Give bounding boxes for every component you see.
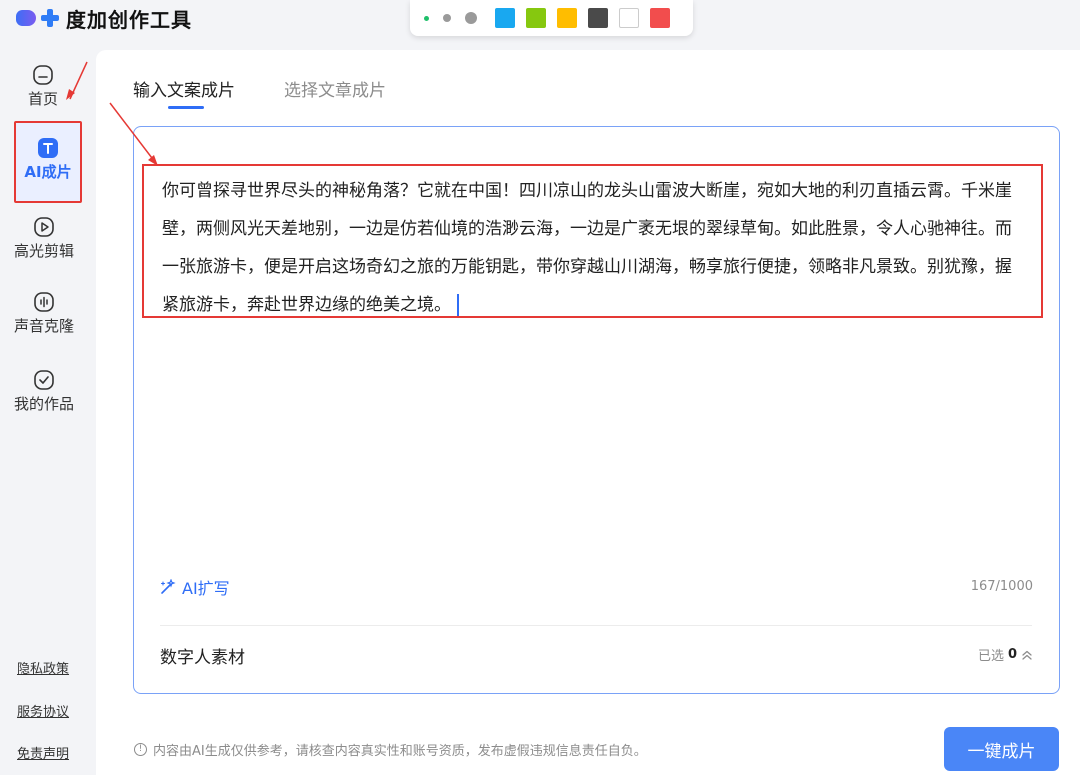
digital-human-toggle[interactable]: 已选 0 <box>978 645 1033 664</box>
copy-text: 你可曾探寻世界尽头的神秘角落？它就在中国！四川凉山的龙头山雷波大断崖，宛如大地的… <box>162 181 1012 315</box>
copy-text-highlight: 你可曾探寻世界尽头的神秘角落？它就在中国！四川凉山的龙头山雷波大断崖，宛如大地的… <box>142 164 1043 318</box>
active-tab-indicator <box>168 106 204 109</box>
palette-swatch-green[interactable] <box>526 8 546 28</box>
text-t-icon <box>38 138 58 158</box>
ai-expand-label: AI扩写 <box>182 579 230 598</box>
double-chevron-up-icon <box>1022 650 1032 660</box>
palette-dot-small[interactable] <box>424 15 429 21</box>
copy-text-input[interactable]: 你可曾探寻世界尽头的神秘角落？它就在中国！四川凉山的龙头山雷波大断崖，宛如大地的… <box>162 172 1024 324</box>
sidebar: 首页 AI成片 高光剪辑 声音克隆 我的作品 隐私政策 服务协议 免责声明 <box>0 50 96 775</box>
sidebar-item-label: 高光剪辑 <box>13 242 74 260</box>
copy-editor[interactable]: 你可曾探寻世界尽头的神秘角落？它就在中国！四川凉山的龙头山雷波大断崖，宛如大地的… <box>133 126 1060 694</box>
palette-swatch-white[interactable] <box>619 8 639 28</box>
sidebar-item-highlight-edit[interactable]: 高光剪辑 <box>1 216 87 261</box>
palette-swatch-dark[interactable] <box>588 8 608 28</box>
sidebar-item-voice-clone[interactable]: 声音克隆 <box>1 291 87 336</box>
char-counter: 167/1000 <box>970 579 1033 594</box>
voice-icon <box>34 292 54 312</box>
info-icon: ! <box>134 743 147 756</box>
color-palette-toolbar <box>410 0 693 36</box>
ai-disclaimer: ! 内容由AI生成仅供参考，请核查内容真实性和账号资质，发布虚假违规信息责任自负… <box>134 740 647 759</box>
disclaimer-text: 内容由AI生成仅供参考，请核查内容真实性和账号资质，发布虚假违规信息责任自负。 <box>153 744 647 759</box>
tab-input-copy[interactable]: 输入文案成片 <box>133 76 235 101</box>
sidebar-item-label: 声音克隆 <box>13 317 74 335</box>
sidebar-item-label: AI成片 <box>24 163 72 181</box>
service-agreement-link[interactable]: 服务协议 <box>17 701 69 720</box>
logo-icon <box>16 8 62 28</box>
palette-swatch-yellow[interactable] <box>557 8 577 28</box>
digital-human-label: 数字人素材 <box>160 648 245 668</box>
tab-select-article[interactable]: 选择文章成片 <box>284 76 386 101</box>
sidebar-item-home[interactable]: 首页 <box>8 64 78 109</box>
main-panel: 输入文案成片 选择文章成片 你可曾探寻世界尽头的神秘角落？它就在中国！四川凉山的… <box>96 50 1080 775</box>
sidebar-item-ai-video[interactable]: AI成片 <box>14 121 82 203</box>
disclaimer-link[interactable]: 免责声明 <box>17 743 69 762</box>
text-caret <box>457 294 459 316</box>
selected-prefix: 已选 <box>977 649 1004 664</box>
ai-expand-button[interactable]: AI扩写 <box>160 575 230 599</box>
palette-dot-medium[interactable] <box>443 14 451 22</box>
palette-swatch-red[interactable] <box>650 8 670 28</box>
magic-wand-icon <box>160 579 176 594</box>
play-icon <box>34 217 54 237</box>
home-icon <box>33 65 53 85</box>
app-title: 度加创作工具 <box>66 7 192 32</box>
one-click-generate-button[interactable]: 一键成片 <box>944 727 1059 771</box>
selected-count: 0 <box>1007 647 1017 662</box>
check-box-icon <box>34 370 54 390</box>
divider <box>160 625 1032 626</box>
privacy-policy-link[interactable]: 隐私政策 <box>17 658 69 677</box>
palette-swatch-blue[interactable] <box>495 8 515 28</box>
sidebar-item-my-works[interactable]: 我的作品 <box>1 369 87 414</box>
sidebar-item-label: 我的作品 <box>13 395 74 413</box>
palette-dot-large[interactable] <box>465 12 477 24</box>
sidebar-item-label: 首页 <box>27 90 58 108</box>
app-logo[interactable]: 度加创作工具 <box>16 4 192 32</box>
